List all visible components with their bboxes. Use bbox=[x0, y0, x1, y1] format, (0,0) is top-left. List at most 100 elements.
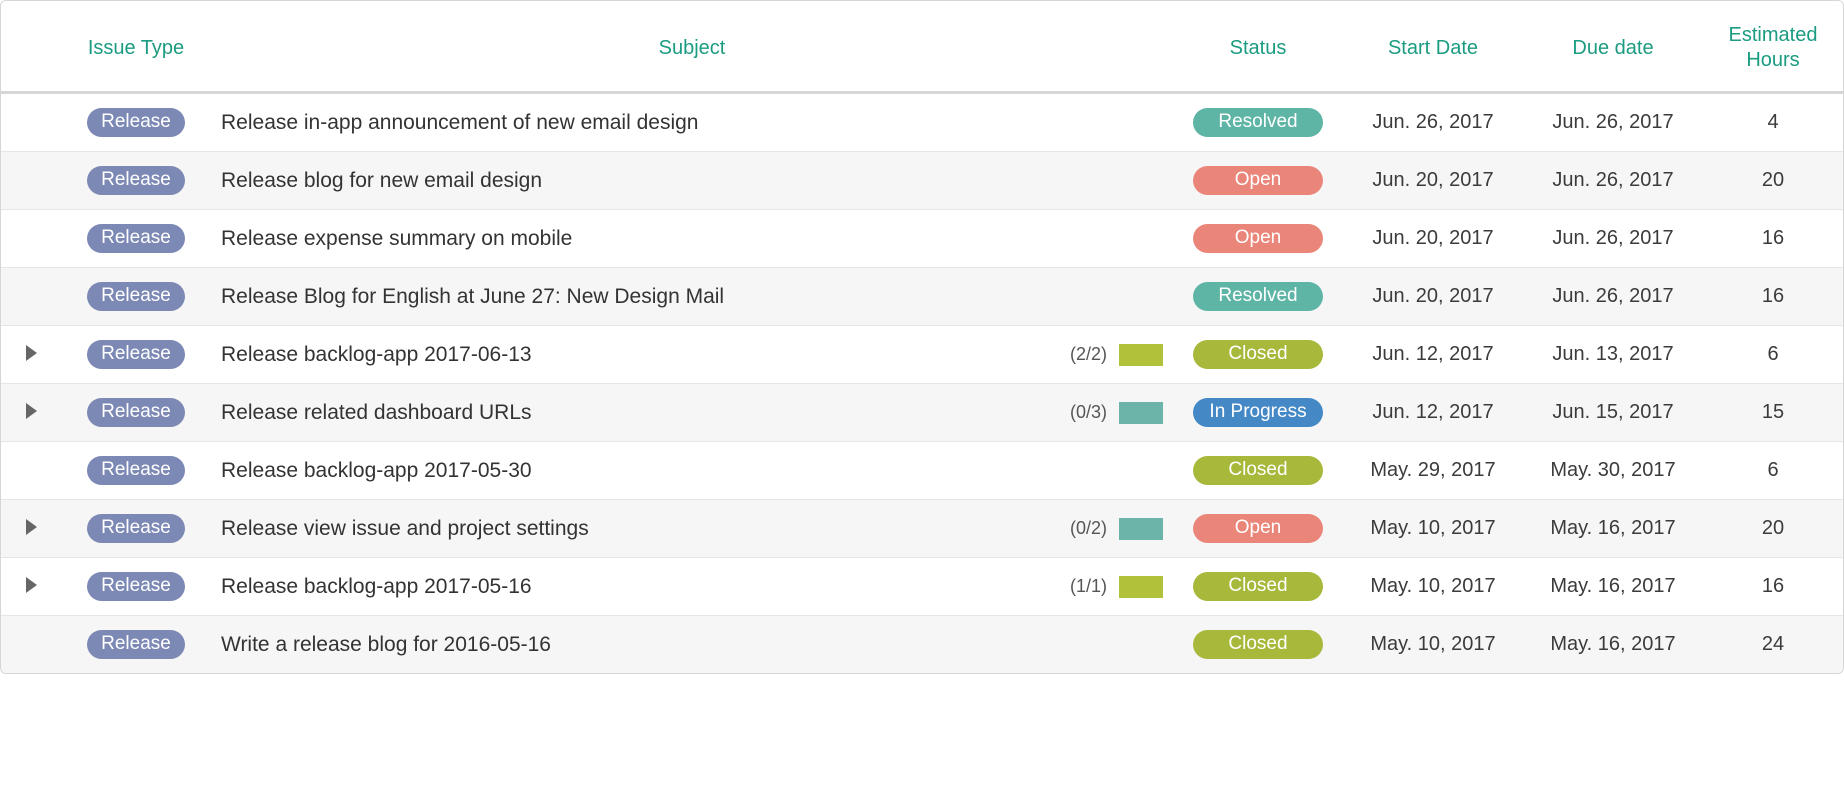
table-row[interactable]: Release Release related dashboard URLs(0/… bbox=[1, 384, 1843, 442]
start-date: Jun. 12, 2017 bbox=[1343, 326, 1523, 384]
status-cell: Resolved bbox=[1173, 93, 1343, 152]
subject-cell: Write a release blog for 2016-05-16 bbox=[211, 616, 1173, 674]
status-cell: Closed bbox=[1173, 558, 1343, 616]
status-badge[interactable]: Closed bbox=[1193, 630, 1323, 659]
status-badge[interactable]: Resolved bbox=[1193, 282, 1323, 311]
issue-type-cell: Release bbox=[61, 500, 211, 558]
issue-subject[interactable]: Release blog for new email design bbox=[221, 169, 1163, 193]
issue-type-pill[interactable]: Release bbox=[87, 282, 185, 311]
expand-toggle-icon[interactable] bbox=[26, 403, 37, 419]
col-header-subject[interactable]: Subject bbox=[211, 1, 1173, 93]
subject-cell: Release backlog-app 2017-05-30 bbox=[211, 442, 1173, 500]
issue-type-pill[interactable]: Release bbox=[87, 224, 185, 253]
issue-subject[interactable]: Write a release blog for 2016-05-16 bbox=[221, 633, 1163, 657]
expand-cell bbox=[1, 442, 61, 500]
col-header-due-date[interactable]: Due date bbox=[1523, 1, 1703, 93]
start-date: May. 29, 2017 bbox=[1343, 442, 1523, 500]
col-header-start-date[interactable]: Start Date bbox=[1343, 1, 1523, 93]
expand-cell bbox=[1, 558, 61, 616]
table-row[interactable]: Release Release backlog-app 2017-05-30 Clo… bbox=[1, 442, 1843, 500]
status-badge[interactable]: Open bbox=[1193, 224, 1323, 253]
estimated-hours: 6 bbox=[1703, 326, 1843, 384]
expand-toggle-icon[interactable] bbox=[26, 345, 37, 361]
issue-type-pill[interactable]: Release bbox=[87, 398, 185, 427]
issue-subject[interactable]: Release expense summary on mobile bbox=[221, 227, 1163, 251]
status-badge[interactable]: Closed bbox=[1193, 340, 1323, 369]
table-row[interactable]: Release Release backlog-app 2017-06-13 (2/… bbox=[1, 326, 1843, 384]
start-date: Jun. 20, 2017 bbox=[1343, 268, 1523, 326]
status-cell: Closed bbox=[1173, 326, 1343, 384]
estimated-hours: 16 bbox=[1703, 558, 1843, 616]
due-date: Jun. 26, 2017 bbox=[1523, 93, 1703, 152]
issue-subject[interactable]: Release in-app announcement of new email… bbox=[221, 111, 1163, 135]
subtask-count: (2/2) bbox=[1070, 344, 1107, 365]
issue-subject[interactable]: Release Blog for English at June 27: New… bbox=[221, 285, 1163, 309]
due-date: Jun. 26, 2017 bbox=[1523, 268, 1703, 326]
issue-type-pill[interactable]: Release bbox=[87, 166, 185, 195]
table-row[interactable]: Release Write a release blog for 2016-05-… bbox=[1, 616, 1843, 674]
due-date: May. 16, 2017 bbox=[1523, 500, 1703, 558]
col-header-status[interactable]: Status bbox=[1173, 1, 1343, 93]
status-badge[interactable]: Open bbox=[1193, 166, 1323, 195]
start-date: Jun. 20, 2017 bbox=[1343, 210, 1523, 268]
issue-type-pill[interactable]: Release bbox=[87, 108, 185, 137]
expand-cell bbox=[1, 384, 61, 442]
issue-type-cell: Release bbox=[61, 384, 211, 442]
expand-toggle-icon[interactable] bbox=[26, 577, 37, 593]
table-row[interactable]: Release Release backlog-app 2017-05-16(1/… bbox=[1, 558, 1843, 616]
issue-type-cell: Release bbox=[61, 558, 211, 616]
subject-cell: Release expense summary on mobile bbox=[211, 210, 1173, 268]
table-row[interactable]: Release Release view issue and project se… bbox=[1, 500, 1843, 558]
status-badge[interactable]: Resolved bbox=[1193, 108, 1323, 137]
subtask-progress-bar bbox=[1119, 402, 1163, 424]
expand-cell bbox=[1, 210, 61, 268]
status-badge[interactable]: In Progress bbox=[1193, 398, 1323, 427]
due-date: Jun. 15, 2017 bbox=[1523, 384, 1703, 442]
issue-type-cell: Release bbox=[61, 268, 211, 326]
col-header-expand bbox=[1, 1, 61, 93]
issue-type-cell: Release bbox=[61, 93, 211, 152]
estimated-hours: 16 bbox=[1703, 210, 1843, 268]
subject-cell: Release related dashboard URLs(0/3) bbox=[211, 384, 1173, 442]
issue-subject[interactable]: Release related dashboard URLs bbox=[221, 401, 1058, 425]
col-header-estimated-hours[interactable]: Estimated Hours bbox=[1703, 1, 1843, 93]
col-header-issue-type[interactable]: Issue Type bbox=[61, 1, 211, 93]
subject-cell: Release in-app announcement of new email… bbox=[211, 93, 1173, 152]
status-cell: Open bbox=[1173, 210, 1343, 268]
table-header-row: Issue Type Subject Status Start Date Due… bbox=[1, 1, 1843, 93]
status-badge[interactable]: Closed bbox=[1193, 572, 1323, 601]
issue-subject[interactable]: Release backlog-app 2017-05-30 bbox=[221, 459, 1163, 483]
issue-type-cell: Release bbox=[61, 210, 211, 268]
issue-type-pill[interactable]: Release bbox=[87, 630, 185, 659]
issue-type-cell: Release bbox=[61, 616, 211, 674]
expand-toggle-icon[interactable] bbox=[26, 519, 37, 535]
subtask-count: (0/2) bbox=[1070, 518, 1107, 539]
issue-type-pill[interactable]: Release bbox=[87, 572, 185, 601]
issue-type-pill[interactable]: Release bbox=[87, 514, 185, 543]
issue-type-pill[interactable]: Release bbox=[87, 340, 185, 369]
due-date: Jun. 26, 2017 bbox=[1523, 210, 1703, 268]
subject-cell: Release backlog-app 2017-05-16(1/1) bbox=[211, 558, 1173, 616]
subtask-progress-bar bbox=[1119, 344, 1163, 366]
table-row[interactable]: Release Release Blog for English at June … bbox=[1, 268, 1843, 326]
issue-subject[interactable]: Release backlog-app 2017-06-13 bbox=[221, 343, 1058, 367]
estimated-hours: 20 bbox=[1703, 500, 1843, 558]
table-row[interactable]: Release Release in-app announcement of ne… bbox=[1, 93, 1843, 152]
status-badge[interactable]: Closed bbox=[1193, 456, 1323, 485]
table-row[interactable]: Release Release expense summary on mobile… bbox=[1, 210, 1843, 268]
estimated-hours: 24 bbox=[1703, 616, 1843, 674]
issue-subject[interactable]: Release view issue and project settings bbox=[221, 517, 1058, 541]
status-badge[interactable]: Open bbox=[1193, 514, 1323, 543]
estimated-hours: 20 bbox=[1703, 152, 1843, 210]
table-row[interactable]: Release Release blog for new email design… bbox=[1, 152, 1843, 210]
start-date: May. 10, 2017 bbox=[1343, 558, 1523, 616]
expand-cell bbox=[1, 326, 61, 384]
issue-subject[interactable]: Release backlog-app 2017-05-16 bbox=[221, 575, 1058, 599]
issue-type-pill[interactable]: Release bbox=[87, 456, 185, 485]
due-date: Jun. 13, 2017 bbox=[1523, 326, 1703, 384]
expand-cell bbox=[1, 268, 61, 326]
status-cell: In Progress bbox=[1173, 384, 1343, 442]
due-date: May. 16, 2017 bbox=[1523, 616, 1703, 674]
expand-cell bbox=[1, 616, 61, 674]
due-date: May. 30, 2017 bbox=[1523, 442, 1703, 500]
